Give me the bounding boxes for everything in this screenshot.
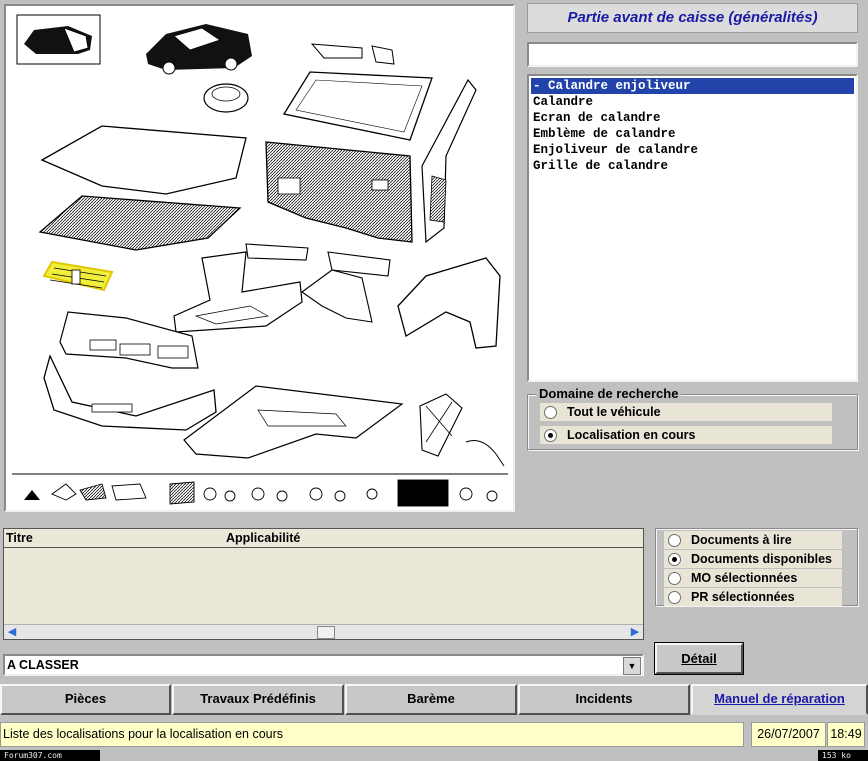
floor-pan-part[interactable] [183, 385, 404, 459]
interior-mirror-part[interactable] [203, 83, 249, 113]
calandre-enjoliveur-part[interactable] [42, 260, 114, 292]
exploded-body-diagram[interactable] [6, 6, 513, 510]
tab-manuel-de-reparation[interactable]: Manuel de réparation [691, 684, 868, 715]
column-header-title[interactable]: Titre [6, 531, 33, 545]
hood-insulation-part[interactable] [38, 195, 242, 251]
hood-part[interactable] [40, 125, 247, 195]
jack-part[interactable] [419, 393, 463, 457]
tab-bareme[interactable]: Barème [345, 684, 517, 715]
vehicle-thumbnail-button[interactable] [16, 14, 101, 65]
radio-mo-selected[interactable]: MO sélectionnées [664, 569, 842, 587]
car-overview-icon [146, 24, 252, 75]
radio-label: Documents à lire [691, 533, 792, 547]
parts-listbox[interactable]: - Calandre enjoliveur Calandre Ecran de … [527, 74, 858, 382]
search-input[interactable] [527, 42, 858, 67]
category-combobox[interactable]: A CLASSER ▼ [3, 654, 644, 676]
crossmember-part[interactable] [245, 243, 309, 261]
radio-label: Documents disponibles [691, 552, 832, 566]
radio-docs-to-read[interactable]: Documents à lire [664, 531, 842, 549]
radio-whole-vehicle[interactable]: Tout le véhicule [540, 403, 832, 421]
radio-icon[interactable] [668, 552, 681, 566]
search-domain-legend: Domaine de recherche [536, 386, 682, 401]
documents-table[interactable]: Titre Applicabilité ◀ ▶ [3, 528, 644, 640]
scroll-left-icon[interactable]: ◀ [5, 625, 19, 639]
tab-label: Manuel de réparation [714, 691, 845, 706]
radio-docs-available[interactable]: Documents disponibles [664, 550, 842, 568]
radio-label: PR sélectionnées [691, 590, 795, 604]
radio-icon[interactable] [668, 533, 681, 547]
tab-label: Travaux Prédéfinis [200, 691, 316, 706]
combo-value: A CLASSER [7, 658, 79, 672]
status-date: 26/07/2007 [751, 722, 826, 747]
list-item[interactable]: Emblème de calandre [531, 126, 854, 142]
radio-icon[interactable] [668, 571, 681, 585]
front-fender-part[interactable] [397, 257, 501, 349]
table-header: Titre Applicabilité [4, 529, 643, 548]
status-time: 18:49 [827, 722, 865, 747]
status-message: Liste des localisations pour la localisa… [0, 722, 744, 747]
detail-button-label: Détail [681, 651, 717, 666]
list-item[interactable]: Calandre [531, 94, 854, 110]
radio-icon[interactable] [668, 590, 681, 604]
tab-travaux-predefinis[interactable]: Travaux Prédéfinis [172, 684, 344, 715]
list-item[interactable]: Enjoliveur de calandre [531, 142, 854, 158]
search-domain-group: Domaine de recherche Tout le véhicule Lo… [527, 386, 858, 450]
detail-button[interactable]: Détail [654, 642, 744, 675]
wheel-arch-bracket-part[interactable] [301, 269, 373, 323]
footer-size-label: 153 ko [818, 750, 868, 761]
tab-incidents[interactable]: Incidents [518, 684, 690, 715]
scroll-thumb[interactable] [317, 626, 335, 639]
horizontal-scrollbar[interactable]: ◀ ▶ [4, 624, 643, 639]
tab-label: Pièces [64, 691, 107, 706]
parts-diagram[interactable] [4, 4, 515, 512]
radiator-support-part[interactable] [173, 251, 303, 333]
page-title: Partie avant de caisse (généralités) [527, 3, 858, 33]
radio-icon[interactable] [544, 428, 557, 442]
radio-label: Tout le véhicule [567, 405, 661, 419]
category-thumbnails[interactable] [51, 479, 498, 507]
list-item[interactable]: - Calandre enjoliveur [531, 78, 854, 94]
radio-icon[interactable] [544, 405, 557, 419]
document-filter-group: Documents à lire Documents disponibles M… [655, 528, 858, 606]
radio-pr-selected[interactable]: PR sélectionnées [664, 588, 842, 606]
radio-current-location[interactable]: Localisation en cours [540, 426, 832, 444]
radio-label: Localisation en cours [567, 428, 696, 442]
tab-label: Barème [407, 691, 455, 706]
scroll-right-icon[interactable]: ▶ [628, 625, 642, 639]
scroll-up-icon[interactable] [24, 490, 40, 500]
list-item[interactable]: Ecran de calandre [531, 110, 854, 126]
column-header-applicability[interactable]: Applicabilité [226, 531, 300, 545]
radio-label: MO sélectionnées [691, 571, 798, 585]
tab-label: Incidents [575, 691, 633, 706]
list-item[interactable]: Grille de calandre [531, 158, 854, 174]
footer-site-label: Forum307.com [0, 750, 100, 761]
tab-pieces[interactable]: Pièces [0, 684, 171, 715]
sun-visor-part[interactable] [310, 43, 363, 59]
dropdown-arrow-icon[interactable]: ▼ [623, 657, 641, 675]
